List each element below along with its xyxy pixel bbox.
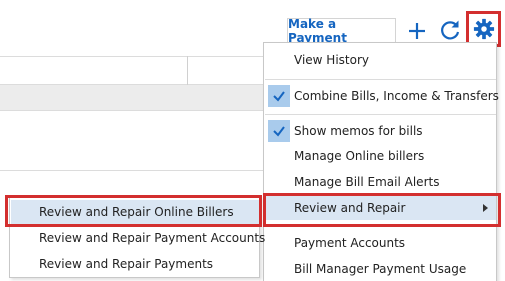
submenu-item-payment-accounts[interactable]: Review and Repair Payment Accounts xyxy=(11,226,265,250)
menu-item-label: Payment Accounts xyxy=(294,236,406,250)
checkmark-icon xyxy=(268,85,290,107)
menu-item-manage-email-alerts[interactable]: Manage Bill Email Alerts xyxy=(265,170,496,194)
menu-item-label: Bill Manager Payment Usage xyxy=(294,262,467,276)
background-row-divider xyxy=(0,170,270,171)
background-subheader-row xyxy=(0,85,270,111)
menu-item-label: Show memos for bills xyxy=(294,124,423,138)
menu-item-label: Review and Repair xyxy=(294,201,406,215)
submenu-item-label: Review and Repair Payment Accounts xyxy=(39,231,266,245)
menu-item-manage-online-billers[interactable]: Manage Online billers xyxy=(265,144,496,168)
menu-item-payment-usage[interactable]: Bill Manager Payment Usage xyxy=(265,257,496,281)
refresh-icon[interactable] xyxy=(438,18,462,42)
menu-item-label: Combine Bills, Income & Transfers xyxy=(294,89,499,103)
menu-item-label: Manage Bill Email Alerts xyxy=(294,175,440,189)
submenu-item-payments[interactable]: Review and Repair Payments xyxy=(11,252,259,276)
settings-menu: View History Combine Bills, Income & Tra… xyxy=(263,42,499,281)
submenu-item-label: Review and Repair Online Billers xyxy=(39,205,234,219)
menu-item-show-memos[interactable]: Show memos for bills xyxy=(265,119,496,143)
background-header-row xyxy=(0,56,270,85)
menu-separator xyxy=(265,226,496,227)
submenu-item-online-billers[interactable]: Review and Repair Online Billers xyxy=(11,200,259,224)
menu-separator xyxy=(265,79,496,80)
checkmark-icon xyxy=(268,120,290,142)
menu-item-view-history[interactable]: View History xyxy=(265,48,496,72)
submenu-item-label: Review and Repair Payments xyxy=(39,257,214,271)
menu-item-combine-bills[interactable]: Combine Bills, Income & Transfers xyxy=(265,84,499,108)
submenu-arrow-icon xyxy=(483,204,488,212)
menu-item-label: View History xyxy=(294,53,369,67)
review-repair-submenu: Review and Repair Online Billers Review … xyxy=(9,196,265,278)
menu-item-label: Manage Online billers xyxy=(294,149,425,163)
background-column-divider xyxy=(187,56,188,85)
menu-item-payment-accounts[interactable]: Payment Accounts xyxy=(265,231,496,255)
gear-icon xyxy=(473,18,494,40)
plus-icon[interactable] xyxy=(406,20,428,42)
make-payment-button[interactable]: Make a Payment xyxy=(287,17,396,45)
menu-separator xyxy=(265,114,496,115)
menu-item-review-and-repair[interactable]: Review and Repair xyxy=(265,196,496,220)
